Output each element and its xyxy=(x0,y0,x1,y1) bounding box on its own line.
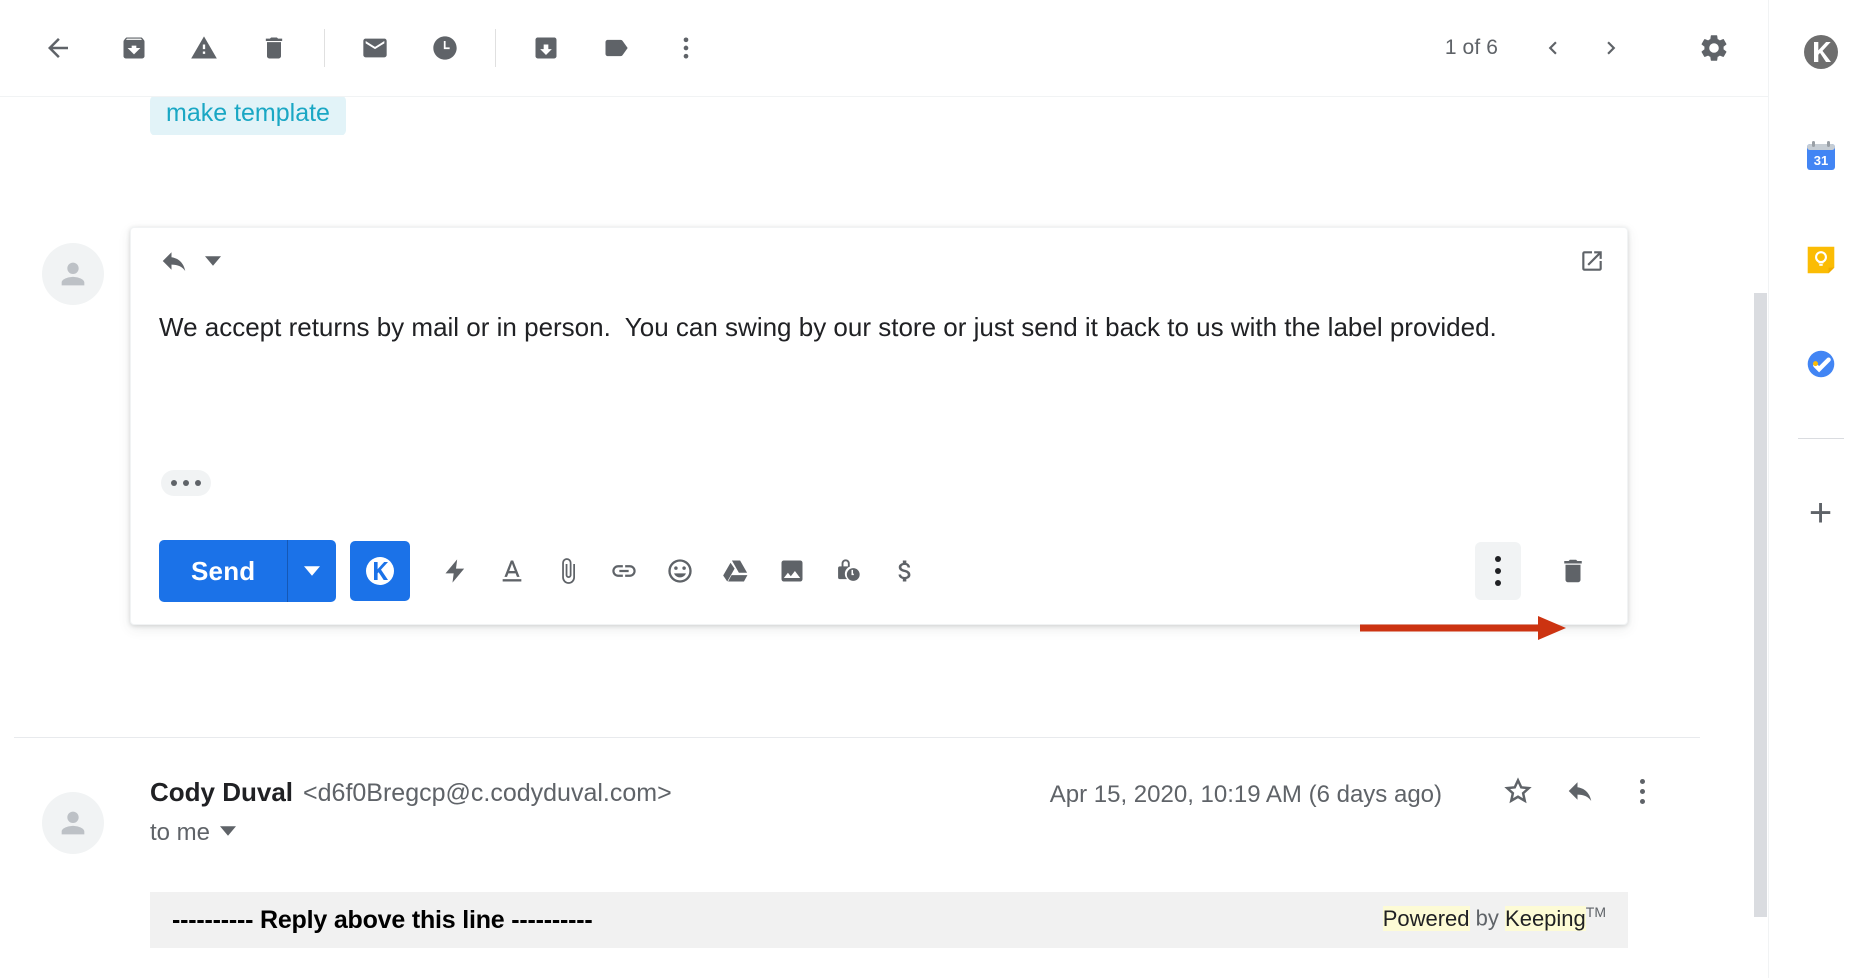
powered-prefix: Powered xyxy=(1382,905,1470,931)
conversation-body: make template We accept returns by mail … xyxy=(0,97,1768,978)
powered-by-keeping: Powered by KeepingTM xyxy=(1382,904,1606,931)
discard-draft-icon[interactable] xyxy=(1545,543,1601,599)
report-spam-button[interactable] xyxy=(176,20,232,76)
toolbar-more-button[interactable] xyxy=(658,20,714,76)
attach-icon[interactable] xyxy=(540,543,596,599)
compose-avatar xyxy=(42,243,104,305)
message-more-icon[interactable] xyxy=(1614,763,1670,819)
compose-card: We accept returns by mail or in person. … xyxy=(130,227,1628,625)
keeping-icon[interactable] xyxy=(1793,24,1849,80)
compose-body-text[interactable]: We accept returns by mail or in person. … xyxy=(159,310,1603,345)
archive-button[interactable] xyxy=(106,20,162,76)
scrollbar-thumb[interactable] xyxy=(1754,293,1767,917)
reply-above-text: ---------- Reply above this line -------… xyxy=(172,905,593,934)
newer-button[interactable] xyxy=(1526,21,1580,75)
message-actions xyxy=(1490,763,1670,819)
template-chip[interactable]: make template xyxy=(150,97,346,135)
labels-button[interactable] xyxy=(588,20,644,76)
delete-button[interactable] xyxy=(246,20,302,76)
pagination: 1 of 6 xyxy=(1445,21,1656,75)
reply-icon[interactable] xyxy=(1552,763,1608,819)
star-icon[interactable] xyxy=(1490,763,1546,819)
sender-name: Cody Duval xyxy=(150,777,294,807)
google-drive-icon[interactable] xyxy=(708,543,764,599)
snooze-button[interactable] xyxy=(417,20,473,76)
mark-unread-button[interactable] xyxy=(347,20,403,76)
recipient-label: to me xyxy=(150,819,211,846)
show-trimmed-content-button[interactable] xyxy=(161,470,211,496)
older-button[interactable] xyxy=(1584,21,1638,75)
google-keep-icon[interactable] xyxy=(1793,232,1849,288)
gmail-conversation-view: 1 of 6 make template We accept returns b… xyxy=(0,0,1872,978)
confidential-mode-icon[interactable] xyxy=(820,543,876,599)
send-button-group: Send xyxy=(159,540,337,602)
sender-line: Cody Duval <d6f0Bregcp@c.codyduval.com> xyxy=(150,777,672,808)
compose-header xyxy=(157,246,221,281)
trademark-mark: TM xyxy=(1585,904,1606,921)
move-to-inbox-button[interactable] xyxy=(518,20,574,76)
powered-brand: Keeping xyxy=(1505,905,1586,931)
sender-avatar xyxy=(42,792,104,854)
recipient-toggle[interactable]: to me xyxy=(150,819,237,847)
formatting-icon[interactable] xyxy=(484,543,540,599)
vertical-scrollbar[interactable] xyxy=(1753,293,1768,978)
main-column: 1 of 6 make template We accept returns b… xyxy=(0,0,1768,978)
add-addon-icon[interactable]: + xyxy=(1793,485,1849,541)
toolbar-divider-1 xyxy=(324,29,325,67)
compose-footer: Send xyxy=(131,518,1627,624)
insert-photo-icon[interactable] xyxy=(764,543,820,599)
send-options-caret-icon[interactable] xyxy=(288,540,337,602)
toolbar-divider-2 xyxy=(495,29,496,67)
emoji-icon[interactable] xyxy=(652,543,708,599)
send-button[interactable]: Send xyxy=(159,540,288,602)
insert-money-icon[interactable] xyxy=(876,543,932,599)
reply-above-banner: ---------- Reply above this line -------… xyxy=(150,892,1628,948)
reply-icon[interactable] xyxy=(157,246,191,281)
google-calendar-icon[interactable]: 31 xyxy=(1793,128,1849,184)
templates-icon[interactable] xyxy=(428,543,484,599)
pagination-count: 1 of 6 xyxy=(1444,36,1498,59)
settings-gear-icon[interactable] xyxy=(1686,20,1742,76)
reply-type-caret-icon[interactable] xyxy=(205,253,221,274)
thread-divider xyxy=(14,737,1700,738)
svg-text:31: 31 xyxy=(1813,153,1827,168)
popout-icon[interactable] xyxy=(1579,248,1605,279)
message-toolbar: 1 of 6 xyxy=(0,0,1768,97)
message-date: Apr 15, 2020, 10:19 AM (6 days ago) xyxy=(1049,781,1442,808)
google-tasks-icon[interactable] xyxy=(1793,336,1849,392)
template-chip-row: make template xyxy=(0,97,1768,135)
more-options-button[interactable] xyxy=(1475,542,1521,600)
keeping-logo-button[interactable] xyxy=(350,541,411,601)
back-button[interactable] xyxy=(30,20,86,76)
chevron-down-icon xyxy=(220,823,237,844)
sender-email: <d6f0Bregcp@c.codyduval.com> xyxy=(303,779,672,807)
compose-toolbar-icons xyxy=(428,543,932,599)
powered-by-word: by xyxy=(1475,905,1499,931)
side-panel: 31 + xyxy=(1768,0,1872,978)
rail-divider xyxy=(1797,438,1844,439)
link-icon[interactable] xyxy=(596,543,652,599)
